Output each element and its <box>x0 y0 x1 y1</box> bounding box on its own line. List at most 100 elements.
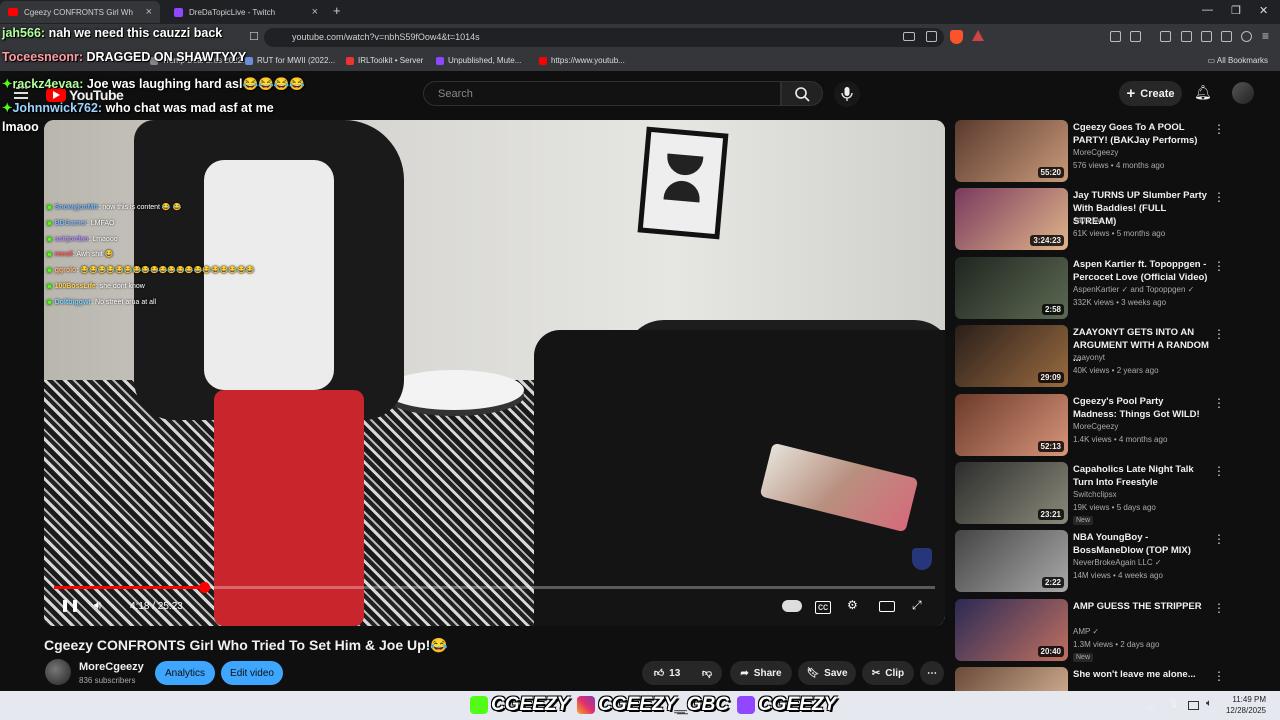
recommended-channel[interactable]: zaayonyt <box>1073 353 1105 362</box>
fullscreen-icon[interactable]: ⤢ <box>912 598 922 613</box>
channel-watermark-icon[interactable] <box>912 548 932 570</box>
tab-twitch[interactable]: DreDaTopicLive - Twitch × <box>166 1 326 23</box>
tray-chevron-icon[interactable]: ︿ <box>1147 698 1159 710</box>
clip-button[interactable]: ✂ Clip <box>862 661 914 685</box>
new-tab-icon[interactable]: + <box>333 3 341 18</box>
volume-icon[interactable]: 🔊︎ <box>94 598 102 613</box>
video-player[interactable]: ▣ SnowyjonMtr: now this is content 😂 😂 ▣ … <box>44 120 945 626</box>
cast-icon[interactable] <box>903 32 915 41</box>
close-tab-icon[interactable]: × <box>146 6 152 18</box>
captions-icon[interactable]: cc <box>815 601 831 614</box>
microphone-tray-icon[interactable]: 🎙︎ <box>1168 698 1180 710</box>
more-options-icon[interactable]: ⋮ <box>1213 464 1225 478</box>
analytics-button[interactable]: Analytics <box>155 661 215 685</box>
miniplayer-icon[interactable] <box>879 601 895 612</box>
recommended-video[interactable]: 55:20 Cgeezy Goes To A POOL PARTY! (BAKJa… <box>955 120 1255 182</box>
video-thumbnail[interactable]: 55:20 <box>955 120 1068 182</box>
recommended-channel[interactable]: MoreCgeezy <box>1073 148 1118 157</box>
search-input[interactable]: Search <box>423 81 781 106</box>
recommended-channel[interactable]: AspenKartier ✓ and Topoppgen ✓ <box>1073 285 1194 294</box>
leo-icon[interactable] <box>1221 31 1232 42</box>
edit-video-button[interactable]: Edit video <box>221 661 283 685</box>
bookmark-item[interactable]: IRLToolkit • Server <box>346 56 423 65</box>
more-options-icon[interactable]: ⋮ <box>1213 327 1225 341</box>
speaker-icon[interactable]: 🔈︎ <box>1206 698 1218 710</box>
scissors-icon: ✂ <box>871 667 881 679</box>
kick-badge-icon: ▣ <box>46 267 55 275</box>
pause-icon[interactable]: ❚❚ <box>60 598 80 612</box>
recommended-channel[interactable]: NeverBrokeAgain LLC ✓ <box>1073 558 1162 567</box>
recommended-video[interactable]: 3:24:23 Jay TURNS UP Slumber Party With B… <box>955 188 1255 251</box>
brave-shield-icon[interactable] <box>950 30 963 44</box>
chat-line: jah566: nah we need this cauzzi back <box>2 26 222 40</box>
notifications-bell-icon[interactable]: 🔔︎ <box>1194 84 1212 101</box>
video-chat-user: Doltbiggwr <box>54 298 92 306</box>
recommended-video[interactable]: 20:40 AMP GUESS THE STRIPPER AMP ✓ 1.3M vie… <box>955 598 1255 662</box>
reading-list-icon[interactable] <box>1181 31 1192 42</box>
recommended-video[interactable]: 2:22 NBA YoungBoy - BossManeDlow (TOP MIX… <box>955 530 1255 593</box>
settings-gear-icon[interactable]: ⚙ <box>847 598 858 612</box>
video-thumbnail[interactable]: 2:58 <box>955 256 1068 319</box>
recommended-channel[interactable]: MoreCgeezy <box>1073 422 1118 431</box>
share-button[interactable]: ➦ Share <box>730 661 792 685</box>
share-page-icon[interactable] <box>926 31 937 42</box>
menu-icon[interactable]: ≡ <box>1262 29 1269 43</box>
microphone-icon <box>841 87 853 101</box>
extensions-icon[interactable] <box>1110 31 1121 42</box>
like-button[interactable]: 👍︎ 13 <box>642 661 692 685</box>
more-options-icon[interactable]: ⋮ <box>1213 190 1225 204</box>
vpn-icon[interactable] <box>1241 31 1252 42</box>
account-avatar[interactable] <box>1232 82 1254 104</box>
clock[interactable]: 11:49 PM 12/28/2025 <box>1226 694 1266 716</box>
recommended-channel[interactable]: Switchclipsx <box>1073 490 1117 499</box>
rewards-icon[interactable] <box>972 30 984 41</box>
more-options-icon[interactable]: ⋮ <box>1213 532 1225 546</box>
close-tab-icon[interactable]: × <box>312 6 318 18</box>
bookmark-item[interactable]: https://www.youtub... <box>539 56 625 65</box>
minimize-icon[interactable]: — <box>1202 4 1213 16</box>
recommended-video[interactable]: 29:09 ZAAYONYT GETS INTO AN ARGUMENT WITH… <box>955 325 1255 388</box>
channel-name[interactable]: MoreCgeezy <box>79 661 144 673</box>
scrubber-handle[interactable] <box>198 582 210 593</box>
video-thumbnail[interactable]: 23:21 <box>955 462 1068 524</box>
search-button[interactable] <box>781 81 823 106</box>
progress-bar[interactable] <box>54 582 935 593</box>
more-options-icon[interactable]: ⋮ <box>1213 122 1225 136</box>
url-field[interactable]: youtube.com/watch?v=nbhS59fOow4&t=1014s <box>264 28 944 47</box>
wallet-icon[interactable] <box>1201 31 1212 42</box>
new-badge: New <box>1073 516 1094 525</box>
dislike-button[interactable]: 👎︎ <box>692 661 722 685</box>
recommended-channel[interactable]: AMP ✓ <box>1073 627 1099 636</box>
instagram-logo-icon <box>577 696 596 714</box>
channel-avatar[interactable] <box>45 659 71 685</box>
maximize-icon[interactable]: ❐ <box>1231 4 1241 17</box>
close-window-icon[interactable]: ✕ <box>1259 4 1268 17</box>
bookmark-item[interactable]: Unpublished, Mute... <box>436 56 521 65</box>
more-horizontal-icon: ⋯ <box>927 667 937 679</box>
more-actions-button[interactable]: ⋯ <box>920 661 944 685</box>
recommended-channel[interactable]: Jay Live <box>1073 216 1102 225</box>
network-icon[interactable] <box>1188 701 1199 710</box>
tab-youtube[interactable]: Cgeezy CONFRONTS Girl Wh × <box>0 1 160 23</box>
bookmark-star-icon[interactable]: ☐ <box>249 30 259 43</box>
save-button[interactable]: 🔖︎ Save <box>798 661 856 685</box>
video-thumbnail[interactable]: 20:40 <box>955 598 1068 661</box>
video-thumbnail[interactable]: 3:24:23 <box>955 188 1068 251</box>
media-icon[interactable] <box>1160 31 1171 42</box>
video-thumbnail[interactable]: 2:22 <box>955 530 1068 593</box>
recommended-video[interactable]: 2:58 Aspen Kartier ft. Topoppgen - Percoc… <box>955 256 1255 319</box>
create-button[interactable]: + Create <box>1119 81 1182 106</box>
recommended-video[interactable]: 52:13 Cgeezy's Pool Party Madness: Things… <box>955 393 1255 456</box>
more-options-icon[interactable]: ⋮ <box>1213 669 1225 683</box>
video-thumbnail[interactable]: 29:09 <box>955 325 1068 388</box>
autoplay-toggle[interactable] <box>782 600 802 612</box>
video-thumbnail[interactable]: 52:13 <box>955 393 1068 456</box>
bookmark-item[interactable]: RUT for MWII (2022... <box>245 56 335 65</box>
recommended-video[interactable]: 23:21 Capaholics Late Night Talk Turn Int… <box>955 462 1255 525</box>
sidebar-toggle-icon[interactable] <box>1130 31 1141 42</box>
voice-search-button[interactable] <box>834 81 860 107</box>
more-options-icon[interactable]: ⋮ <box>1213 396 1225 410</box>
more-options-icon[interactable]: ⋮ <box>1213 259 1225 273</box>
all-bookmarks-button[interactable]: ▭ All Bookmarks <box>1208 56 1268 65</box>
more-options-icon[interactable]: ⋮ <box>1213 601 1225 615</box>
